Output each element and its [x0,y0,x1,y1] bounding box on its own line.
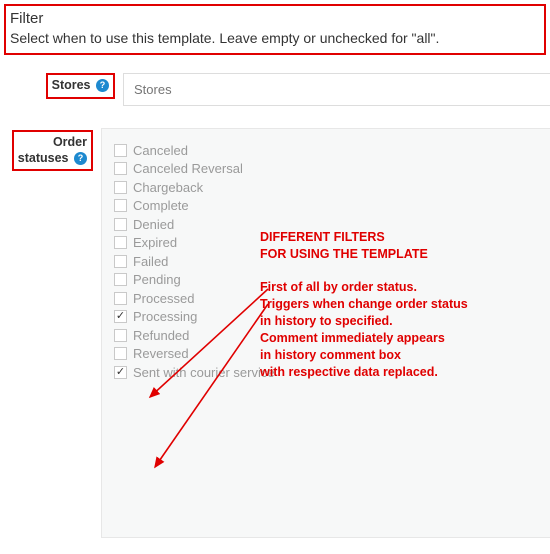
status-label: Canceled [133,143,188,158]
stores-label: Stores [52,78,91,92]
status-checkbox[interactable] [114,162,127,175]
status-checkbox[interactable] [114,255,127,268]
annotation-heading1: DIFFERENT FILTERS [260,229,385,246]
status-checkbox[interactable] [114,329,127,342]
status-label: Failed [133,254,168,269]
help-icon[interactable]: ? [96,79,109,92]
status-label: Denied [133,217,174,232]
annotation-body4: Comment immediately appears [260,330,445,347]
status-label: Processing [133,309,197,324]
status-checkbox[interactable] [114,273,127,286]
annotation-heading2: FOR USING THE TEMPLATE [260,246,428,263]
status-label: Pending [133,272,181,287]
stores-input[interactable] [123,73,550,106]
annotation-body1: First of all by order status. [260,279,417,296]
statuses-label-line1: Order [53,135,87,149]
status-label: Refunded [133,328,189,343]
status-label: Expired [133,235,177,250]
status-checkbox[interactable] [114,366,127,379]
filter-subtitle: Select when to use this template. Leave … [10,29,540,48]
status-label: Canceled Reversal [133,161,243,176]
help-icon[interactable]: ? [74,152,87,165]
filter-title: Filter [10,9,540,29]
status-label: Reversed [133,346,189,361]
annotation-body5: in history comment box [260,347,401,364]
status-item[interactable]: Chargeback [114,180,538,195]
status-label: Sent with courier service [133,365,275,380]
statuses-label-line2: statuses [18,151,69,165]
status-item[interactable]: Canceled [114,143,538,158]
annotation-body3: in history to specified. [260,313,393,330]
status-checkbox[interactable] [114,218,127,231]
status-checkbox[interactable] [114,144,127,157]
filter-header-box: Filter Select when to use this template.… [4,4,546,55]
status-label: Processed [133,291,194,306]
status-label: Chargeback [133,180,203,195]
status-checkbox[interactable] [114,310,127,323]
stores-label-col: Stores ? [28,73,123,99]
status-item[interactable]: Complete [114,198,538,213]
statuses-label-col: Order statuses ? [6,128,101,171]
annotation-body6: with respective data replaced. [260,364,438,381]
status-checkbox[interactable] [114,181,127,194]
status-checkbox[interactable] [114,236,127,249]
annotation-body2: Triggers when change order status [260,296,468,313]
status-checkbox[interactable] [114,199,127,212]
stores-input-col [123,73,550,106]
status-checkbox[interactable] [114,292,127,305]
statuses-label-highlight: Order statuses ? [12,130,93,171]
stores-label-highlight: Stores ? [46,73,115,99]
status-item[interactable]: Canceled Reversal [114,161,538,176]
stores-row: Stores ? [0,73,550,106]
status-checkbox[interactable] [114,347,127,360]
status-label: Complete [133,198,189,213]
